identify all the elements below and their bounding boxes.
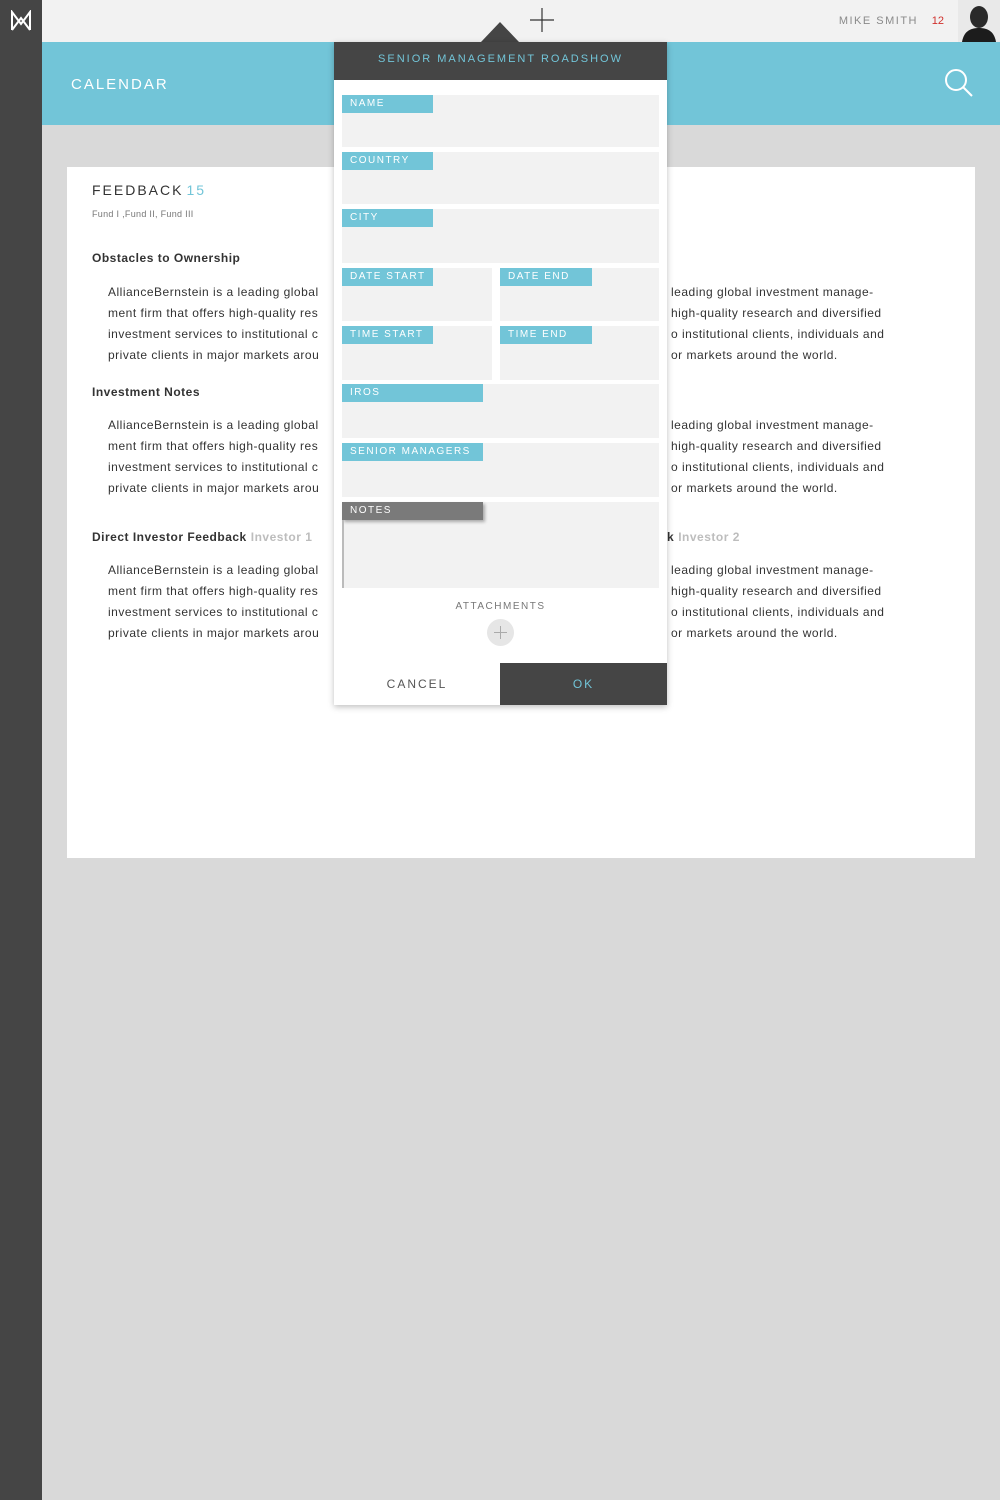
- search-icon[interactable]: [944, 68, 974, 98]
- name-field[interactable]: NAME: [342, 95, 659, 147]
- section-title: Direct Investor Feedback Investor 1: [92, 530, 312, 544]
- field-label: IROS: [342, 384, 483, 402]
- text-line: high-quality research and diversified: [671, 306, 882, 320]
- field-label: TIME START: [342, 326, 433, 344]
- country-field[interactable]: COUNTRY: [342, 152, 659, 204]
- feedback-funds: Fund I ,Fund II, Fund III: [92, 209, 194, 219]
- date-start-field[interactable]: DATE START: [342, 268, 492, 321]
- field-label: DATE END: [500, 268, 592, 286]
- page-title: CALENDAR: [71, 76, 169, 93]
- top-bar: MIKE SMITH 12: [42, 0, 1000, 42]
- section-title-right: k Investor 2: [667, 530, 740, 544]
- add-attachment-button[interactable]: [487, 619, 514, 646]
- text-line: high-quality research and diversified: [671, 439, 882, 453]
- app-logo-icon[interactable]: [9, 10, 33, 32]
- section-text-right: leading global investment manage- high-q…: [671, 415, 961, 499]
- ok-button[interactable]: OK: [500, 663, 667, 705]
- avatar[interactable]: [958, 0, 1000, 42]
- field-label: NAME: [342, 95, 433, 113]
- feedback-count: 15: [186, 182, 207, 198]
- section-title-text: k: [667, 530, 675, 544]
- text-line: or markets around the world.: [671, 481, 838, 495]
- field-label: CITY: [342, 209, 433, 227]
- section-text-right: leading global investment manage- high-q…: [671, 560, 961, 644]
- text-line: leading global investment manage-: [671, 563, 874, 577]
- text-line: or markets around the world.: [671, 348, 838, 362]
- section-title: Investment Notes: [92, 385, 201, 399]
- investor-label: Investor 2: [678, 530, 740, 544]
- feedback-title-text: FEEDBACK: [92, 182, 184, 198]
- avatar-image: [958, 0, 1000, 42]
- plus-icon[interactable]: [528, 6, 556, 34]
- cancel-button[interactable]: CANCEL: [334, 663, 500, 705]
- section-title: Obstacles to Ownership: [92, 251, 241, 265]
- notification-count[interactable]: 12: [932, 15, 944, 27]
- feedback-title: FEEDBACK 15: [92, 182, 206, 198]
- field-label: SENIOR MANAGERS: [342, 443, 483, 461]
- text-line: or markets around the world.: [671, 626, 838, 640]
- date-end-field[interactable]: DATE END: [500, 268, 659, 321]
- time-end-field[interactable]: TIME END: [500, 326, 659, 380]
- section-title-text: Direct Investor Feedback: [92, 530, 247, 544]
- dialog-title: SENIOR MANAGEMENT ROADSHOW: [378, 53, 623, 65]
- event-dialog: SENIOR MANAGEMENT ROADSHOW NAME COUNTRY …: [334, 42, 667, 705]
- section-text-right: leading global investment manage- high-q…: [671, 282, 961, 366]
- field-label: DATE START: [342, 268, 433, 286]
- text-line: o institutional clients, individuals and: [671, 327, 885, 341]
- time-start-field[interactable]: TIME START: [342, 326, 492, 380]
- dialog-header: SENIOR MANAGEMENT ROADSHOW: [334, 42, 667, 80]
- text-line: leading global investment manage-: [671, 285, 874, 299]
- text-line: leading global investment manage-: [671, 418, 874, 432]
- city-field[interactable]: CITY: [342, 209, 659, 263]
- notes-cursor: [342, 520, 344, 588]
- user-name[interactable]: MIKE SMITH: [839, 15, 918, 27]
- field-label: NOTES: [342, 502, 483, 520]
- text-line: high-quality research and diversified: [671, 584, 882, 598]
- field-label: TIME END: [500, 326, 592, 344]
- investor-label: Investor 1: [250, 530, 313, 544]
- field-label: COUNTRY: [342, 152, 433, 170]
- iros-field[interactable]: IROS: [342, 384, 659, 438]
- text-line: o institutional clients, individuals and: [671, 605, 885, 619]
- notes-field[interactable]: NOTES: [342, 502, 659, 588]
- attachments-label: ATTACHMENTS: [455, 601, 546, 612]
- text-line: o institutional clients, individuals and: [671, 460, 885, 474]
- popup-pointer: [481, 22, 519, 42]
- left-rail: [0, 0, 42, 1500]
- senior-managers-field[interactable]: SENIOR MANAGERS: [342, 443, 659, 497]
